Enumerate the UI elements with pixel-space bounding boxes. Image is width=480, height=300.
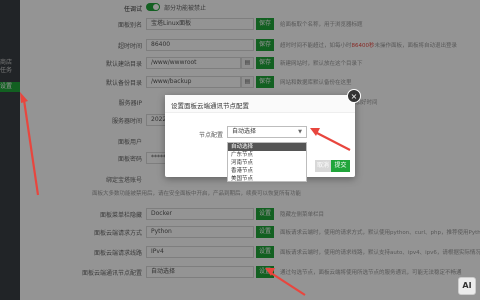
watermark-logo: AI (458, 277, 476, 295)
chevron-down-icon: ▼ (298, 129, 302, 135)
node-config-label: 节点配置 (199, 132, 224, 139)
node-config-select[interactable]: 自动选择 ▼ (227, 126, 307, 138)
option-henan[interactable]: 河南节点 (228, 159, 306, 167)
node-config-selected: 自动选择 (232, 128, 257, 135)
dialog-header: 设置面板云端通讯节点配置 (165, 95, 355, 113)
close-icon[interactable]: × (347, 89, 361, 103)
dialog-title: 设置面板云端通讯节点配置 (171, 102, 249, 110)
option-hongkong[interactable]: 香港节点 (228, 167, 306, 175)
option-guangdong[interactable]: 广东节点 (228, 151, 306, 159)
option-auto[interactable]: 自动选择 (228, 143, 306, 151)
cancel-button[interactable]: 取消 (315, 160, 331, 172)
node-options-list: 自动选择 广东节点 河南节点 香港节点 美国节点 (227, 142, 307, 182)
option-usa[interactable]: 美国节点 (228, 175, 306, 183)
submit-button[interactable]: 提交 (331, 160, 350, 172)
